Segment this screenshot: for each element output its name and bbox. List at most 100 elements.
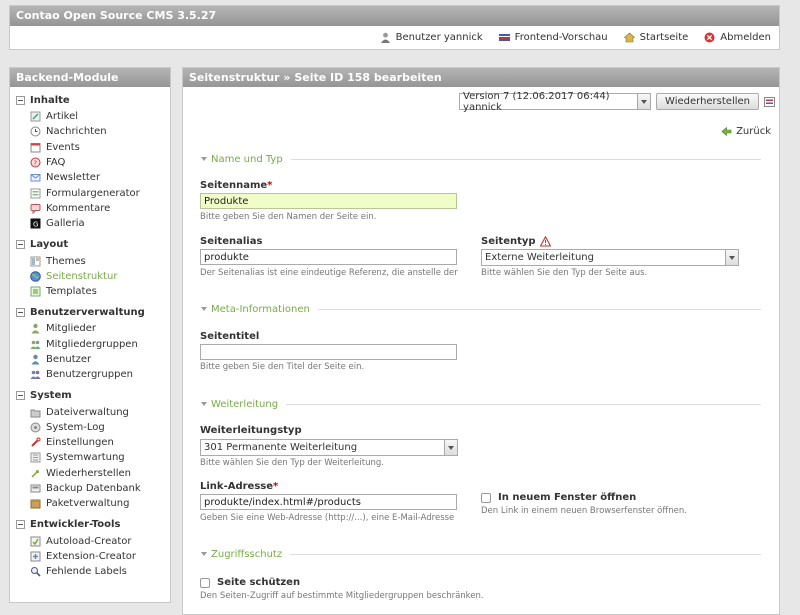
seitentyp-select[interactable]: Externe Weiterleitung — [481, 249, 739, 266]
sidebar-item-faq[interactable]: ? FAQ — [10, 155, 170, 170]
seitenname-input[interactable]: Produkte — [200, 193, 457, 209]
schuetzen-row[interactable]: Seite schützen — [200, 577, 300, 588]
linkadresse-help: Geben Sie eine Web-Adresse (http://...),… — [200, 513, 455, 523]
sidebar-item-einstellungen[interactable]: Einstellungen — [10, 435, 170, 450]
back-link[interactable]: Zurück — [721, 126, 771, 137]
weiterleitungstyp-help: Bitte wählen Sie den Typ der Weiterleitu… — [200, 458, 384, 468]
sidebar-item-label: Fehlende Labels — [46, 566, 127, 578]
user-icon — [380, 32, 390, 43]
sidebar-item-paketverwaltung[interactable]: Paketverwaltung — [10, 496, 170, 511]
sidebar-item-newsletter[interactable]: Newsletter — [10, 170, 170, 185]
seitentitel-input[interactable] — [200, 344, 457, 360]
linkadresse-label: Link-Adresse* — [200, 481, 278, 492]
toggle-triangle-icon — [201, 157, 207, 161]
sidebar-item-themes[interactable]: Themes — [10, 253, 170, 268]
sidebar-item-benutzergruppen[interactable]: Benutzergruppen — [10, 367, 170, 382]
frontend-preview-label: Frontend-Vorschau — [514, 32, 608, 43]
sidebar-item-benutzer[interactable]: Benutzer — [10, 352, 170, 367]
user-label: Benutzer yannick — [395, 32, 483, 43]
seitentyp-label: Seitentyp — [481, 236, 551, 247]
sidebar-item-events[interactable]: Events — [10, 140, 170, 155]
neuesfenster-row[interactable]: In neuem Fenster öffnen — [481, 492, 636, 503]
section-divider — [290, 158, 761, 160]
seitenalias-input[interactable]: produkte — [200, 249, 457, 265]
galleria-icon: G — [30, 218, 41, 229]
collapse-icon — [16, 390, 25, 400]
news-icon — [30, 126, 41, 137]
sidebar-item-galleria[interactable]: G Galleria — [10, 216, 170, 231]
chevron-down-icon — [637, 94, 651, 109]
group-header[interactable]: Layout — [10, 237, 170, 251]
templates-icon — [30, 286, 41, 297]
weiterleitungstyp-select[interactable]: 301 Permanente Weiterleitung — [200, 439, 458, 456]
version-select[interactable]: Version 7 (12.06.2017 06:44) yannick — [459, 91, 652, 113]
neuesfenster-checkbox[interactable] — [481, 492, 491, 503]
sidebar-item-label: Galleria — [46, 218, 85, 230]
section-meta-informationen[interactable]: Meta-Informationen — [201, 303, 761, 315]
linkadresse-input[interactable]: produkte/index.html#/products — [200, 494, 457, 510]
seitenalias-label: Seitenalias — [200, 236, 263, 247]
article-icon — [30, 111, 41, 122]
sidebar-item-label: Backup Datenbank — [46, 483, 141, 495]
sidebar-item-nachrichten[interactable]: Nachrichten — [10, 124, 170, 139]
section-label: Meta-Informationen — [211, 303, 310, 315]
sidebar-item-formulargenerator[interactable]: Formulargenerator — [10, 185, 170, 200]
seitenname-label: Seitenname* — [200, 180, 272, 191]
group-header[interactable]: Entwickler-Tools — [10, 518, 170, 532]
collapse-icon — [16, 307, 25, 317]
logout-link[interactable]: Abmelden — [704, 32, 771, 43]
diff-icon[interactable] — [764, 96, 775, 108]
section-name-und-typ[interactable]: Name und Typ — [201, 153, 761, 165]
group-entwickler-tools: Entwickler-Tools Autoload-Creator Extens… — [10, 518, 170, 580]
sidebar-item-wiederherstellen[interactable]: Wiederherstellen — [10, 466, 170, 481]
sidebar-item-mitglieder[interactable]: Mitglieder — [10, 321, 170, 336]
seitenalias-help: Der Seitenalias ist eine eindeutige Refe… — [200, 268, 458, 278]
collapse-icon — [16, 239, 25, 249]
group-header[interactable]: Benutzerverwaltung — [10, 305, 170, 319]
home-link[interactable]: Startseite — [623, 32, 688, 43]
group-layout: Layout Themes Seitenstruktur Templates — [10, 237, 170, 299]
sidebar-item-system-log[interactable]: System-Log — [10, 420, 170, 435]
user-link[interactable]: Benutzer yannick — [380, 32, 483, 43]
sidebar-item-kommentare[interactable]: Kommentare — [10, 201, 170, 216]
group-inhalte: Inhalte Artikel Nachrichten Events ? FAQ … — [10, 93, 170, 231]
section-weiterleitung[interactable]: Weiterleitung — [201, 398, 761, 410]
section-zugriffsschutz[interactable]: Zugriffsschutz — [201, 548, 761, 560]
sidebar-item-fehlende-labels[interactable]: Fehlende Labels — [10, 564, 170, 579]
sidebar-item-label: Seitenstruktur — [46, 270, 118, 282]
sidebar-item-autoload-creator[interactable]: Autoload-Creator — [10, 534, 170, 549]
sidebar-item-label: Extension-Creator — [46, 550, 137, 562]
sidebar-item-label: Dateiverwaltung — [46, 406, 129, 418]
group-header[interactable]: Inhalte — [10, 93, 170, 107]
settings-icon — [31, 437, 41, 447]
restore-icon — [31, 470, 39, 478]
sidebar-item-label: FAQ — [46, 157, 66, 169]
weiterleitungstyp-value: 301 Permanente Weiterleitung — [204, 442, 358, 453]
maintenance-icon — [30, 452, 41, 463]
group-label: Inhalte — [30, 94, 70, 106]
restore-button[interactable]: Wiederherstellen — [656, 93, 759, 110]
group-header[interactable]: System — [10, 388, 170, 402]
sidebar-item-systemwartung[interactable]: Systemwartung — [10, 450, 170, 465]
sidebar-item-dateiverwaltung[interactable]: Dateiverwaltung — [10, 404, 170, 419]
sidebar-item-label: System-Log — [46, 421, 105, 433]
header-toolbar: Benutzer yannick Frontend-Vorschau Start… — [380, 32, 771, 43]
toggle-triangle-icon — [201, 552, 207, 556]
sidebar-item-artikel[interactable]: Artikel — [10, 109, 170, 124]
sidebar-item-label: Autoload-Creator — [46, 535, 132, 547]
frontend-preview-link[interactable]: Frontend-Vorschau — [498, 32, 608, 43]
sidebar-item-seitenstruktur[interactable]: Seitenstruktur — [10, 269, 170, 284]
section-divider — [290, 553, 761, 555]
svg-text:G: G — [33, 221, 38, 229]
svg-text:?: ? — [33, 160, 37, 168]
sidebar-item-label: Benutzer — [46, 354, 92, 365]
sidebar-item-label: Mitglieder — [46, 323, 96, 335]
field-label-text: Seitenname — [200, 180, 268, 191]
sidebar-item-backup-datenbank[interactable]: Backup Datenbank — [10, 481, 170, 496]
schuetzen-checkbox[interactable] — [200, 577, 210, 588]
autoload-icon — [30, 536, 41, 547]
sidebar-item-mitgliedergruppen[interactable]: Mitgliedergruppen — [10, 337, 170, 352]
group-label: Layout — [30, 238, 69, 250]
sidebar-item-extension-creator[interactable]: Extension-Creator — [10, 549, 170, 564]
sidebar-item-templates[interactable]: Templates — [10, 284, 170, 299]
